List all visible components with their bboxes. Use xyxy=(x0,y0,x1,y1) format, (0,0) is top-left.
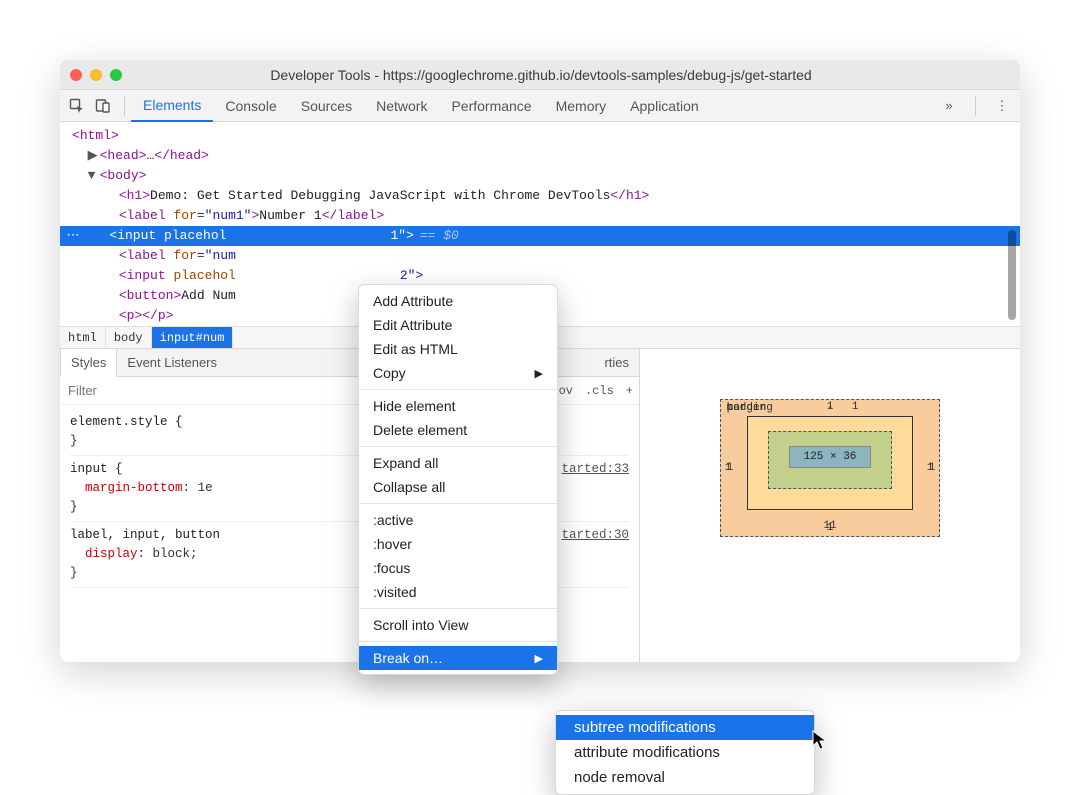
tabs-overflow-button[interactable]: » xyxy=(937,94,961,118)
scrollbar-thumb[interactable] xyxy=(1008,230,1016,320)
ctx-separator xyxy=(359,641,557,642)
submenu-arrow-icon: ▶ xyxy=(535,367,543,380)
box-model-pane: margin - 11 border 1 1 1 1 padding 1 xyxy=(640,349,1020,662)
subtab-properties-tail[interactable]: rties xyxy=(594,349,639,376)
dom-node-head[interactable]: ▶<head>…</head> xyxy=(60,146,1020,166)
tab-network[interactable]: Network xyxy=(364,90,439,122)
tab-elements[interactable]: Elements xyxy=(131,90,213,122)
ctx-scroll-into-view[interactable]: Scroll into View xyxy=(359,613,557,637)
break-on-submenu: subtree modifications attribute modifica… xyxy=(555,710,815,795)
dom-node-label-1[interactable]: <label for="num1">Number 1</label> xyxy=(60,206,1020,226)
bm-border-top: 1 xyxy=(827,401,834,413)
tab-sources[interactable]: Sources xyxy=(289,90,364,122)
submenu-arrow-icon: ▶ xyxy=(535,652,543,665)
dom-node-label-2[interactable]: <label for="num xyxy=(60,246,1020,266)
ctx-delete-element[interactable]: Delete element xyxy=(359,418,557,442)
subtab-event-listeners[interactable]: Event Listeners xyxy=(117,349,227,376)
ctx-separator xyxy=(359,503,557,504)
minimize-icon[interactable] xyxy=(90,69,102,81)
ctx-subtree-modifications[interactable]: subtree modifications xyxy=(556,715,814,740)
ctx-edit-attribute[interactable]: Edit Attribute xyxy=(359,313,557,337)
ctx-expand-all[interactable]: Expand all xyxy=(359,451,557,475)
ctx-separator xyxy=(359,446,557,447)
bm-padding-top: 1 xyxy=(852,401,859,413)
close-icon[interactable] xyxy=(70,69,82,81)
breadcrumb-body[interactable]: body xyxy=(106,327,152,348)
ctx-copy[interactable]: Copy▶ xyxy=(359,361,557,385)
tab-application[interactable]: Application xyxy=(618,90,711,122)
box-model[interactable]: margin - 11 border 1 1 1 1 padding 1 xyxy=(720,399,941,537)
new-rule-button[interactable]: + xyxy=(620,384,639,398)
ctx-hide-element[interactable]: Hide element xyxy=(359,394,557,418)
bm-padding-bottom: 1 xyxy=(827,522,834,534)
ctx-add-attribute[interactable]: Add Attribute xyxy=(359,289,557,313)
equals-dollar-zero: == $0 xyxy=(420,226,459,246)
expand-arrow-icon[interactable]: ▶ xyxy=(88,146,100,166)
ctx-break-on[interactable]: Break on…▶ xyxy=(359,646,557,670)
zoom-icon[interactable] xyxy=(110,69,122,81)
dom-node-body[interactable]: ▼<body> xyxy=(60,166,1020,186)
breadcrumb-html[interactable]: html xyxy=(60,327,106,348)
window-title: Developer Tools - https://googlechrome.g… xyxy=(132,67,950,83)
tab-console[interactable]: Console xyxy=(213,90,288,122)
ctx-edit-as-html[interactable]: Edit as HTML xyxy=(359,337,557,361)
ctx-visited[interactable]: :visited xyxy=(359,580,557,604)
breadcrumb-input[interactable]: input#num xyxy=(152,327,234,348)
traffic-lights xyxy=(70,69,122,81)
selected-ellipsis-icon: ⋯ xyxy=(60,226,86,246)
ctx-separator xyxy=(359,389,557,390)
toolbar-separator xyxy=(975,96,976,116)
subtab-styles[interactable]: Styles xyxy=(60,349,117,377)
toolbar-separator xyxy=(124,96,125,116)
collapse-arrow-icon[interactable]: ▼ xyxy=(88,166,100,186)
tab-performance[interactable]: Performance xyxy=(439,90,543,122)
bm-content: 125 × 36 xyxy=(789,446,872,468)
inspect-icon[interactable] xyxy=(66,95,88,117)
context-menu: Add Attribute Edit Attribute Edit as HTM… xyxy=(358,284,558,675)
devtools-window: Developer Tools - https://googlechrome.g… xyxy=(60,60,1020,662)
ctx-collapse-all[interactable]: Collapse all xyxy=(359,475,557,499)
ctx-separator xyxy=(359,608,557,609)
cls-toggle[interactable]: .cls xyxy=(579,384,620,398)
main-toolbar: Elements Console Sources Network Perform… xyxy=(60,90,1020,122)
ctx-focus[interactable]: :focus xyxy=(359,556,557,580)
bm-padding-label: padding xyxy=(727,402,773,414)
dom-node-input-2[interactable]: <input placehol2"> xyxy=(60,266,1020,286)
device-toggle-icon[interactable] xyxy=(92,95,114,117)
more-menu-icon[interactable]: ⋮ xyxy=(990,94,1014,118)
bm-padding-left: 1 xyxy=(727,462,734,474)
panel-tabs: Elements Console Sources Network Perform… xyxy=(131,90,711,122)
ctx-active[interactable]: :active xyxy=(359,508,557,532)
tab-memory[interactable]: Memory xyxy=(544,90,619,122)
dom-node-selected[interactable]: ⋯ <input placehol 1"> == $0 xyxy=(60,226,1020,246)
dom-node-h1[interactable]: <h1>Demo: Get Started Debugging JavaScri… xyxy=(60,186,1020,206)
dom-node-html[interactable]: <html> xyxy=(60,126,1020,146)
rule-source-link[interactable]: tarted:30 xyxy=(561,526,629,545)
bm-padding-right: 1 xyxy=(927,462,934,474)
titlebar: Developer Tools - https://googlechrome.g… xyxy=(60,60,1020,90)
ctx-hover[interactable]: :hover xyxy=(359,532,557,556)
rule-source-link[interactable]: tarted:33 xyxy=(561,460,629,479)
ctx-attribute-modifications[interactable]: attribute modifications xyxy=(556,740,814,765)
